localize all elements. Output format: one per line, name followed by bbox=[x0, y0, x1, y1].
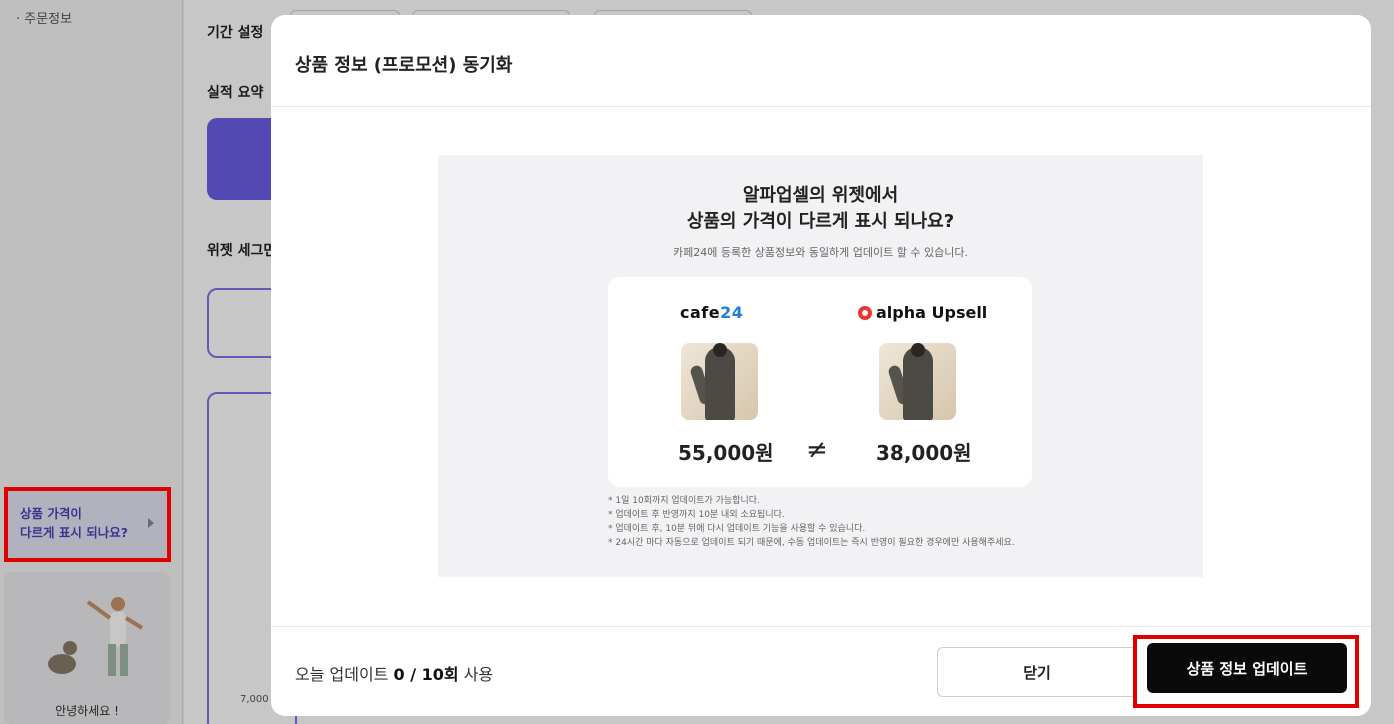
modal-header: 상품 정보 (프로모션) 동기화 bbox=[271, 15, 1371, 107]
usage-count: 0 / 10회 bbox=[393, 665, 459, 684]
panel-title-line2: 상품의 가격이 다르게 표시 되나요? bbox=[686, 211, 955, 233]
product-image-alpha bbox=[879, 343, 956, 420]
panel-title: 알파업셀의 위젯에서 상품의 가격이 다르게 표시 되나요? bbox=[438, 183, 1203, 235]
modal-title: 상품 정보 (프로모션) 동기화 bbox=[295, 55, 513, 76]
alpha-upsell-logo-text: alpha Upsell bbox=[876, 303, 988, 322]
update-product-button[interactable]: 상품 정보 업데이트 bbox=[1147, 643, 1347, 693]
alpha-upsell-icon bbox=[858, 305, 872, 320]
note-item: * 업데이트 후, 10분 뒤에 다시 업데이트 기능을 사용할 수 있습니다. bbox=[608, 523, 866, 534]
notes-list: * 1일 10회까지 업데이트가 가능합니다. * 업데이트 후 반영까지 10… bbox=[608, 495, 1015, 551]
panel-subtitle: 카페24에 등록한 상품정보와 동일하게 업데이트 할 수 있습니다. bbox=[673, 246, 968, 259]
cafe24-logo-num: 24 bbox=[720, 303, 744, 322]
note-item: * 1일 10회까지 업데이트가 가능합니다. bbox=[608, 496, 760, 506]
cafe24-logo: cafe24 bbox=[680, 303, 743, 322]
alpha-upsell-logo: alpha Upsell bbox=[858, 303, 987, 322]
product-image-cafe24 bbox=[681, 343, 758, 420]
usage-text: 오늘 업데이트 0 / 10회 사용 bbox=[295, 661, 493, 685]
price-compare-card: cafe24 alpha Upsell 55,000원 ≠ 38,000원 bbox=[608, 277, 1032, 487]
modal-footer: 오늘 업데이트 0 / 10회 사용 닫기 상품 정보 업데이트 bbox=[271, 626, 1371, 716]
usage-suffix: 사용 bbox=[458, 665, 494, 684]
note-item: * 24시간 마다 자동으로 업데이트 되기 때문에, 수동 업데이트는 즉시 … bbox=[608, 537, 1015, 548]
info-panel: 알파업셀의 위젯에서 상품의 가격이 다르게 표시 되나요? 카페24에 등록한… bbox=[438, 155, 1203, 577]
close-button[interactable]: 닫기 bbox=[937, 647, 1137, 697]
sync-modal: 상품 정보 (프로모션) 동기화 알파업셀의 위젯에서 상품의 가격이 다르게 … bbox=[271, 15, 1371, 716]
panel-title-line1: 알파업셀의 위젯에서 bbox=[742, 185, 899, 206]
usage-prefix: 오늘 업데이트 bbox=[295, 665, 394, 684]
note-item: * 업데이트 후 반영까지 10분 내외 소요됩니다. bbox=[608, 509, 785, 520]
modal-body: 알파업셀의 위젯에서 상품의 가격이 다르게 표시 되나요? 카페24에 등록한… bbox=[271, 107, 1371, 626]
price-alpha: 38,000원 bbox=[876, 441, 972, 465]
price-cafe24: 55,000원 bbox=[678, 441, 774, 465]
not-equal-icon: ≠ bbox=[806, 435, 828, 465]
cafe24-logo-text: cafe bbox=[680, 303, 721, 322]
